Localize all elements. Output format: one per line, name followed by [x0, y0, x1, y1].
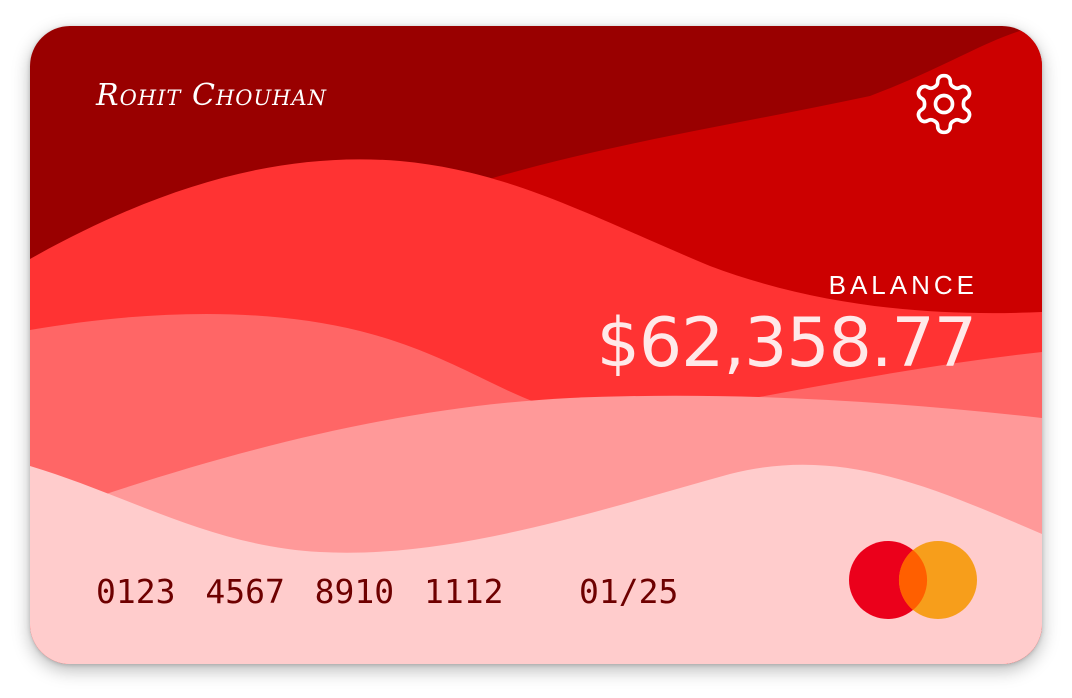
card-number: 0123 4567 8910 1112 [96, 572, 504, 611]
card-holder-name: Rohit Chouhan [96, 78, 327, 113]
stage: Rohit Chouhan BALANCE $62,358.77 0123 45… [0, 0, 1072, 698]
settings-button[interactable] [910, 70, 978, 138]
gear-icon [916, 73, 972, 135]
balance-amount: $62,358.77 [596, 304, 977, 383]
mastercard-logo-icon [849, 541, 977, 619]
card-brand-logo [848, 540, 978, 620]
credit-card: Rohit Chouhan BALANCE $62,358.77 0123 45… [30, 26, 1042, 664]
card-expiry: 01/25 [579, 572, 679, 611]
balance-label: BALANCE [828, 270, 978, 300]
